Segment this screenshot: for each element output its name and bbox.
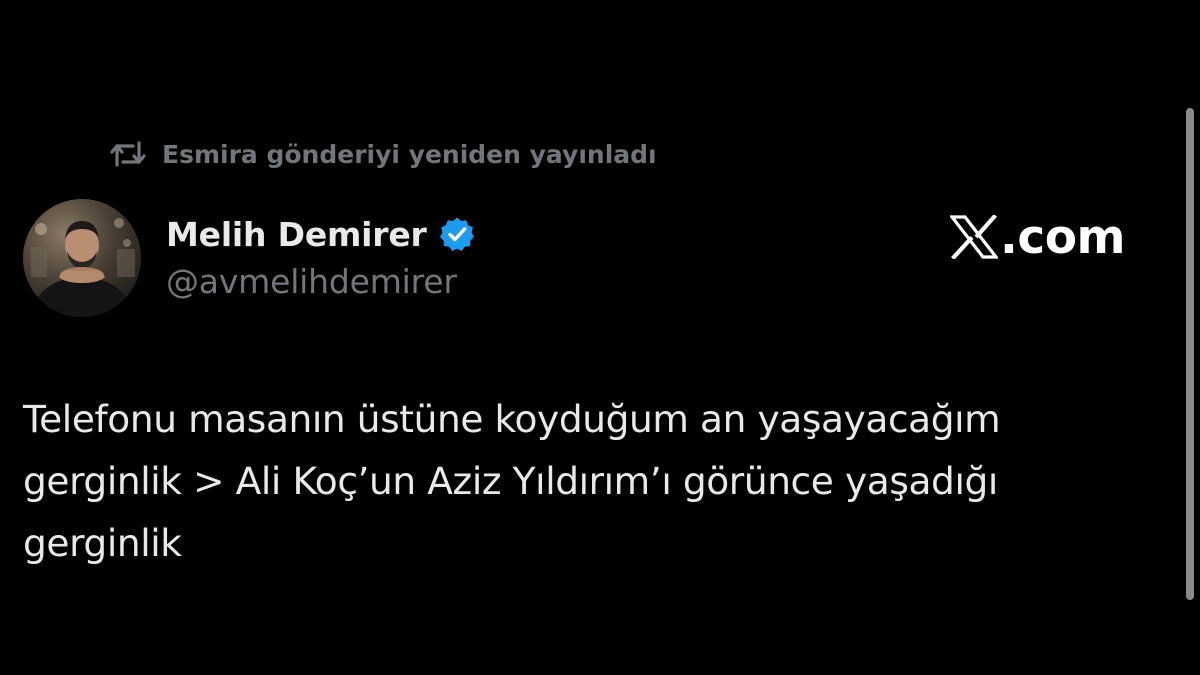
tweet-body: Telefonu masanın üstüne koyduğum an yaşa…: [23, 388, 1173, 574]
x-logo-icon: [950, 213, 998, 261]
repost-context[interactable]: Esmira gönderiyi yeniden yayınladı: [108, 134, 657, 174]
tweet-line: Telefonu masanın üstüne koyduğum an yaşa…: [23, 397, 1001, 441]
author-handle[interactable]: @avmelihdemirer: [166, 262, 457, 301]
tweet-line: gerginlik: [23, 521, 182, 565]
author-name-row[interactable]: Melih Demirer: [166, 210, 477, 258]
repost-label[interactable]: Esmira gönderiyi yeniden yayınladı: [162, 140, 657, 169]
brand-domain-text: .com: [1000, 209, 1125, 265]
verified-badge-icon: [437, 214, 477, 254]
tweet-line: gerginlik > Ali Koç’un Aziz Yıldırım’ı g…: [23, 459, 998, 503]
brand-logo: .com: [950, 206, 1125, 268]
repost-icon: [108, 134, 148, 174]
avatar[interactable]: [23, 199, 141, 317]
author-display-name[interactable]: Melih Demirer: [166, 215, 427, 254]
scrollbar[interactable]: [1186, 108, 1194, 600]
